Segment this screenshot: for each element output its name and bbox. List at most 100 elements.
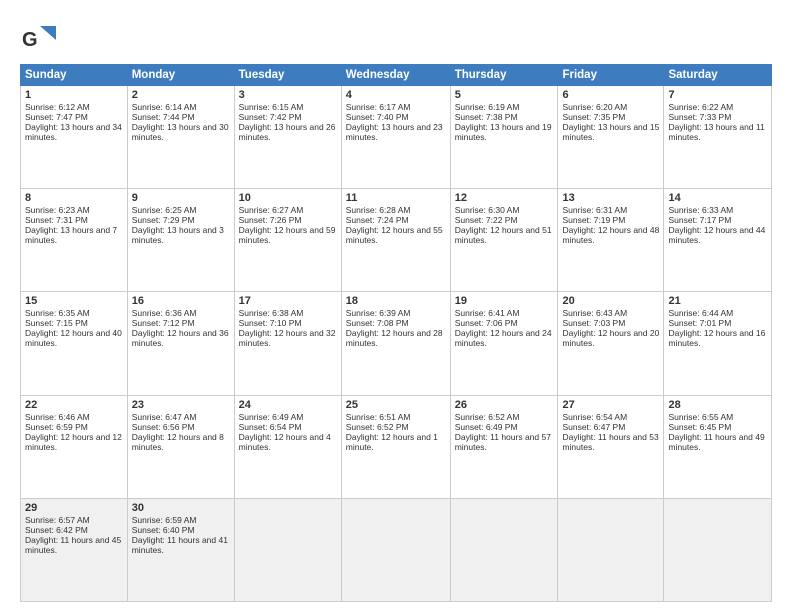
sunset-text: Sunset: 6:59 PM (25, 422, 88, 432)
calendar-cell (558, 498, 664, 601)
daylight-text: Daylight: 11 hours and 53 minutes. (562, 432, 658, 452)
day-number: 7 (668, 89, 767, 101)
logo: G (20, 22, 60, 58)
calendar-week-row: 8 Sunrise: 6:23 AM Sunset: 7:31 PM Dayli… (21, 189, 772, 292)
sunset-text: Sunset: 7:24 PM (346, 215, 409, 225)
sunrise-text: Sunrise: 6:33 AM (668, 205, 733, 215)
calendar-cell: 2 Sunrise: 6:14 AM Sunset: 7:44 PM Dayli… (127, 86, 234, 189)
sunset-text: Sunset: 7:08 PM (346, 318, 409, 328)
calendar-cell: 6 Sunrise: 6:20 AM Sunset: 7:35 PM Dayli… (558, 86, 664, 189)
day-number: 14 (668, 192, 767, 204)
day-number: 16 (132, 295, 230, 307)
calendar-cell (341, 498, 450, 601)
day-number: 3 (239, 89, 337, 101)
sunset-text: Sunset: 7:26 PM (239, 215, 302, 225)
calendar-cell: 5 Sunrise: 6:19 AM Sunset: 7:38 PM Dayli… (450, 86, 558, 189)
col-wednesday: Wednesday (341, 65, 450, 86)
calendar-cell (664, 498, 772, 601)
calendar-cell: 16 Sunrise: 6:36 AM Sunset: 7:12 PM Dayl… (127, 292, 234, 395)
sunset-text: Sunset: 7:38 PM (455, 112, 518, 122)
calendar-cell: 25 Sunrise: 6:51 AM Sunset: 6:52 PM Dayl… (341, 395, 450, 498)
daylight-text: Daylight: 12 hours and 12 minutes. (25, 432, 122, 452)
daylight-text: Daylight: 12 hours and 36 minutes. (132, 328, 229, 348)
day-number: 10 (239, 192, 337, 204)
sunrise-text: Sunrise: 6:36 AM (132, 308, 197, 318)
daylight-text: Daylight: 12 hours and 32 minutes. (239, 328, 336, 348)
sunrise-text: Sunrise: 6:44 AM (668, 308, 733, 318)
sunset-text: Sunset: 6:49 PM (455, 422, 518, 432)
sunrise-text: Sunrise: 6:57 AM (25, 515, 90, 525)
daylight-text: Daylight: 13 hours and 15 minutes. (562, 122, 659, 142)
sunset-text: Sunset: 7:29 PM (132, 215, 195, 225)
daylight-text: Daylight: 13 hours and 26 minutes. (239, 122, 336, 142)
day-number: 22 (25, 399, 123, 411)
calendar-cell (450, 498, 558, 601)
calendar-cell: 12 Sunrise: 6:30 AM Sunset: 7:22 PM Dayl… (450, 189, 558, 292)
day-number: 20 (562, 295, 659, 307)
calendar-cell: 17 Sunrise: 6:38 AM Sunset: 7:10 PM Dayl… (234, 292, 341, 395)
day-number: 26 (455, 399, 554, 411)
calendar-cell: 10 Sunrise: 6:27 AM Sunset: 7:26 PM Dayl… (234, 189, 341, 292)
sunrise-text: Sunrise: 6:15 AM (239, 102, 304, 112)
sunset-text: Sunset: 6:52 PM (346, 422, 409, 432)
col-thursday: Thursday (450, 65, 558, 86)
sunrise-text: Sunrise: 6:17 AM (346, 102, 411, 112)
day-number: 24 (239, 399, 337, 411)
daylight-text: Daylight: 13 hours and 3 minutes. (132, 225, 224, 245)
daylight-text: Daylight: 12 hours and 59 minutes. (239, 225, 336, 245)
day-number: 2 (132, 89, 230, 101)
calendar-cell: 18 Sunrise: 6:39 AM Sunset: 7:08 PM Dayl… (341, 292, 450, 395)
day-number: 11 (346, 192, 446, 204)
calendar-cell: 4 Sunrise: 6:17 AM Sunset: 7:40 PM Dayli… (341, 86, 450, 189)
sunset-text: Sunset: 7:44 PM (132, 112, 195, 122)
sunset-text: Sunset: 6:40 PM (132, 525, 195, 535)
day-number: 6 (562, 89, 659, 101)
calendar-cell: 30 Sunrise: 6:59 AM Sunset: 6:40 PM Dayl… (127, 498, 234, 601)
daylight-text: Daylight: 12 hours and 16 minutes. (668, 328, 765, 348)
sunrise-text: Sunrise: 6:52 AM (455, 412, 520, 422)
sunset-text: Sunset: 7:31 PM (25, 215, 88, 225)
sunrise-text: Sunrise: 6:25 AM (132, 205, 197, 215)
day-number: 27 (562, 399, 659, 411)
calendar-table: Sunday Monday Tuesday Wednesday Thursday… (20, 64, 772, 602)
calendar-cell: 15 Sunrise: 6:35 AM Sunset: 7:15 PM Dayl… (21, 292, 128, 395)
daylight-text: Daylight: 11 hours and 41 minutes. (132, 535, 228, 555)
sunset-text: Sunset: 7:33 PM (668, 112, 731, 122)
calendar-cell: 21 Sunrise: 6:44 AM Sunset: 7:01 PM Dayl… (664, 292, 772, 395)
daylight-text: Daylight: 12 hours and 48 minutes. (562, 225, 659, 245)
sunset-text: Sunset: 7:03 PM (562, 318, 625, 328)
calendar-header-row: Sunday Monday Tuesday Wednesday Thursday… (21, 65, 772, 86)
sunrise-text: Sunrise: 6:30 AM (455, 205, 520, 215)
daylight-text: Daylight: 12 hours and 8 minutes. (132, 432, 224, 452)
calendar-cell: 29 Sunrise: 6:57 AM Sunset: 6:42 PM Dayl… (21, 498, 128, 601)
daylight-text: Daylight: 13 hours and 30 minutes. (132, 122, 229, 142)
day-number: 5 (455, 89, 554, 101)
sunset-text: Sunset: 6:47 PM (562, 422, 625, 432)
sunset-text: Sunset: 7:10 PM (239, 318, 302, 328)
daylight-text: Daylight: 12 hours and 51 minutes. (455, 225, 552, 245)
sunrise-text: Sunrise: 6:38 AM (239, 308, 304, 318)
daylight-text: Daylight: 12 hours and 20 minutes. (562, 328, 659, 348)
svg-text:G: G (22, 29, 38, 51)
sunset-text: Sunset: 7:35 PM (562, 112, 625, 122)
daylight-text: Daylight: 12 hours and 44 minutes. (668, 225, 765, 245)
sunset-text: Sunset: 7:42 PM (239, 112, 302, 122)
calendar-cell: 13 Sunrise: 6:31 AM Sunset: 7:19 PM Dayl… (558, 189, 664, 292)
day-number: 8 (25, 192, 123, 204)
col-monday: Monday (127, 65, 234, 86)
day-number: 15 (25, 295, 123, 307)
calendar-cell: 19 Sunrise: 6:41 AM Sunset: 7:06 PM Dayl… (450, 292, 558, 395)
calendar-week-row: 22 Sunrise: 6:46 AM Sunset: 6:59 PM Dayl… (21, 395, 772, 498)
sunrise-text: Sunrise: 6:39 AM (346, 308, 411, 318)
day-number: 21 (668, 295, 767, 307)
daylight-text: Daylight: 12 hours and 40 minutes. (25, 328, 122, 348)
page-header: G (20, 18, 772, 58)
calendar-cell: 27 Sunrise: 6:54 AM Sunset: 6:47 PM Dayl… (558, 395, 664, 498)
sunrise-text: Sunrise: 6:47 AM (132, 412, 197, 422)
sunrise-text: Sunrise: 6:20 AM (562, 102, 627, 112)
sunrise-text: Sunrise: 6:28 AM (346, 205, 411, 215)
day-number: 30 (132, 502, 230, 514)
daylight-text: Daylight: 12 hours and 1 minute. (346, 432, 438, 452)
day-number: 23 (132, 399, 230, 411)
calendar-cell: 20 Sunrise: 6:43 AM Sunset: 7:03 PM Dayl… (558, 292, 664, 395)
